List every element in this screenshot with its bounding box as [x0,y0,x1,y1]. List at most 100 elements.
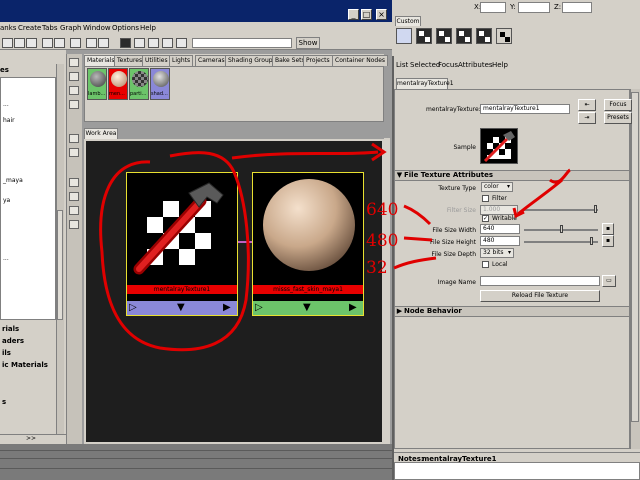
side-icon-4[interactable] [69,100,79,109]
toolbar-search-input[interactable] [192,38,292,48]
tool-icon-2[interactable] [14,38,25,48]
side-icon-9[interactable] [69,206,79,215]
output-port-icon[interactable]: ▶ [349,302,357,313]
tab-cameras[interactable]: Cameras [195,55,228,66]
image-name-field[interactable] [480,276,600,286]
checker-icon-2[interactable] [436,28,452,44]
expand-icon[interactable]: ▼ [177,302,185,313]
node-mentalray-texture[interactable]: mentalrayTexture1 ▷ ▼ ▶ [126,172,238,316]
file-size-width-field[interactable]: 640 [480,224,520,234]
ae-menu-selected[interactable]: Selected [410,61,440,69]
bin-item[interactable]: s [2,398,6,406]
menu-item-tabs[interactable]: Tabs [42,24,58,32]
output-port-icon[interactable]: ▶ [223,302,231,313]
filter-checkbox[interactable] [482,195,489,202]
menu-item-options[interactable]: Options [112,24,139,32]
ae-menu-focus[interactable]: Focus [438,61,458,69]
node-name-field[interactable]: mentalrayTexture1 [480,104,570,114]
work-area-scrollbar[interactable] [384,138,390,444]
side-icon-2[interactable] [69,72,79,81]
swatch-lambert[interactable]: lamb... [87,68,107,100]
ae-menu-help[interactable]: Help [492,61,508,69]
tool-icon-8[interactable] [98,38,109,48]
list-item[interactable]: hair [3,117,15,124]
list-item[interactable]: _maya [3,177,23,184]
side-icon-8[interactable] [69,192,79,201]
tool-icon-5[interactable] [54,38,65,48]
input-port-icon[interactable]: ▷ [129,302,137,313]
bin-item[interactable]: aders [2,337,24,345]
map-button-icon[interactable]: ▪ [602,235,614,247]
file-size-height-field[interactable]: 480 [480,236,520,246]
graph-icon-5[interactable] [176,38,187,48]
file-size-depth-dropdown[interactable]: 32 bits ▾ [480,248,514,258]
node-port-bar[interactable]: ▷ ▼ ▶ [127,301,237,315]
checker-icon-3[interactable] [456,28,472,44]
side-icon-7[interactable] [69,178,79,187]
graph-icon-3[interactable] [148,38,159,48]
tool-icon-6[interactable] [70,38,81,48]
list-item[interactable]: ... [3,255,9,262]
filter-size-slider-knob[interactable] [594,205,597,213]
select-input-icon[interactable]: ⇤ [578,99,596,111]
tab-shading-groups[interactable]: Shading Groups [225,55,279,66]
maximize-button[interactable]: □ [361,9,372,20]
writable-checkbox[interactable]: ✓ [482,215,489,222]
local-checkbox[interactable] [482,261,489,268]
tab-node-mentalray[interactable]: mentalrayTexture1 [396,78,454,89]
side-icon-1[interactable] [69,58,79,67]
show-button[interactable]: Show [296,37,320,49]
ae-menu-list[interactable]: List [396,61,408,69]
list-item[interactable]: ... [3,101,9,108]
tab-projects[interactable]: Projects [303,55,333,66]
menu-item-help[interactable]: Help [140,24,156,32]
node-misss-fast-skin[interactable]: misss_fast_skin_maya1 ▷ ▼ ▶ [252,172,364,316]
side-icon-5[interactable] [69,134,79,143]
file-size-height-slider[interactable] [524,241,598,243]
file-size-width-slider-knob[interactable] [560,225,563,233]
tab-custom[interactable]: Custom [395,16,421,26]
left-scrollbar-thumb[interactable] [57,210,63,320]
menu-item-graph[interactable]: Graph [60,24,81,32]
node-port-bar[interactable]: ▷ ▼ ▶ [253,301,363,315]
menu-item-window[interactable]: Window [83,24,111,32]
shelf-icon-1[interactable] [396,28,412,44]
tool-icon-4[interactable] [42,38,53,48]
menu-item-bookmarks[interactable]: anks [0,24,16,32]
swatch-mentalray[interactable]: men... [108,68,128,100]
select-output-icon[interactable]: ⇥ [578,112,596,124]
input-port-icon[interactable]: ▷ [255,302,263,313]
side-icon-10[interactable] [69,220,79,229]
focus-button[interactable]: Focus [604,99,632,111]
swatch-particle[interactable]: parti... [129,68,149,100]
attribute-scrollbar-thumb[interactable] [631,92,639,422]
filter-size-slider[interactable] [524,209,598,211]
tab-work-area[interactable]: Work Area [84,128,118,139]
x-field[interactable] [480,2,506,13]
swatch-shader[interactable]: shad... [150,68,170,100]
z-field[interactable] [562,2,592,13]
graph-icon-2[interactable] [134,38,145,48]
texture-type-dropdown[interactable]: color ▾ [481,182,513,192]
tool-icon-1[interactable] [2,38,13,48]
menu-item-create[interactable]: Create [18,24,41,32]
side-icon-3[interactable] [69,86,79,95]
close-button[interactable]: × [376,9,387,20]
bin-item[interactable]: ic Materials [2,361,48,369]
side-icon-6[interactable] [69,148,79,157]
reload-file-texture-button[interactable]: Reload File Texture [480,290,600,302]
file-texture-section-header[interactable]: ▼ File Texture Attributes [395,170,629,181]
expand-icon[interactable]: ▼ [303,302,311,313]
file-size-height-slider-knob[interactable] [590,237,593,245]
collapse-button[interactable]: >> [26,435,36,442]
tab-textures[interactable]: Textures [114,55,146,66]
list-item[interactable]: ya [3,197,10,204]
filter-size-field[interactable]: 1.000 [480,205,518,215]
bin-item[interactable]: ils [2,349,11,357]
checker-icon-5[interactable] [496,28,512,44]
notes-field[interactable] [394,462,640,480]
bin-item[interactable]: rials [2,325,19,333]
graph-icon-1[interactable] [120,38,131,48]
graph-icon-4[interactable] [162,38,173,48]
presets-button[interactable]: Presets [604,112,632,124]
